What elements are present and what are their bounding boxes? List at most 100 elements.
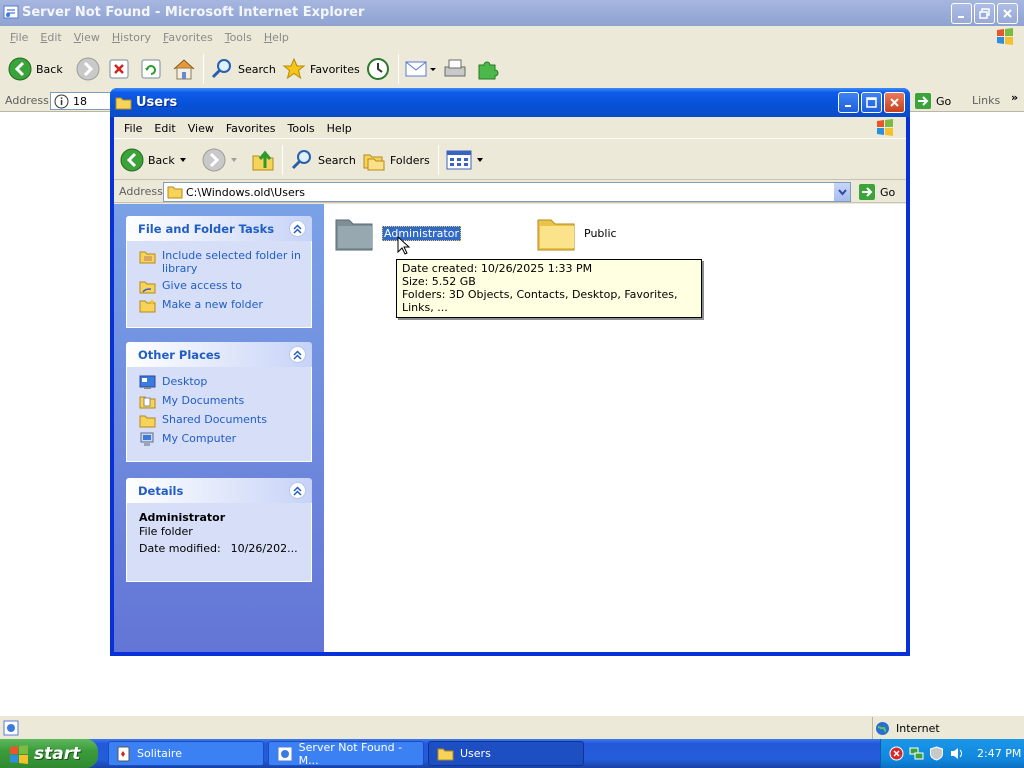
- place-label: My Computer: [162, 432, 237, 445]
- collapse-chevron-icon[interactable]: [289, 482, 306, 499]
- folders-icon: [363, 154, 385, 171]
- forward-arrow-icon: [202, 148, 226, 172]
- folder-label: Administrator: [382, 225, 461, 241]
- task-new-folder[interactable]: Make a new folder: [139, 298, 303, 313]
- ie-page-icon: [277, 746, 293, 761]
- ex-search-button[interactable]: Search: [290, 145, 356, 175]
- share-folder-icon: [139, 281, 156, 294]
- ie-addon-button[interactable]: [474, 54, 500, 84]
- search-icon: [211, 59, 231, 79]
- ie-forward-button[interactable]: [76, 54, 100, 84]
- restore-button[interactable]: [974, 3, 995, 24]
- ex-views-button[interactable]: [446, 145, 484, 175]
- ie-menu-history[interactable]: History: [106, 31, 157, 44]
- place-my-computer[interactable]: My Computer: [139, 432, 303, 447]
- taskbar-button-ie[interactable]: Server Not Found - M...: [268, 740, 424, 767]
- start-button[interactable]: start: [0, 739, 98, 768]
- ie-address-label: Address: [5, 94, 49, 107]
- ex-folders-button[interactable]: Folders: [362, 145, 430, 175]
- tooltip-date-created: Date created: 10/26/2025 1:33 PM: [402, 262, 593, 275]
- ie-go-button[interactable]: Go: [914, 92, 951, 110]
- close-button[interactable]: [997, 3, 1018, 24]
- go-arrow-icon: [915, 93, 931, 109]
- shield-icon[interactable]: [929, 746, 944, 761]
- stop-icon: [109, 59, 129, 79]
- ie-mail-button[interactable]: [404, 54, 436, 84]
- panel-title: File and Folder Tasks: [138, 222, 275, 236]
- chevron-down-icon: [231, 158, 237, 162]
- ie-menu-view[interactable]: View: [68, 31, 106, 44]
- ie-menu-file[interactable]: File: [4, 31, 34, 44]
- ie-links-chevron[interactable]: »: [1011, 91, 1018, 104]
- ie-stop-button[interactable]: [108, 54, 130, 84]
- panel-header[interactable]: Details: [126, 478, 312, 503]
- ex-menu-tools[interactable]: Tools: [282, 122, 321, 135]
- file-folder-tasks-panel: File and Folder Tasks Include selected f…: [126, 216, 312, 328]
- ex-menu-file[interactable]: File: [118, 122, 148, 135]
- network-icon[interactable]: [909, 746, 924, 761]
- ex-go-button[interactable]: Go: [858, 183, 895, 201]
- forward-arrow-icon: [76, 57, 100, 81]
- ie-print-button[interactable]: [442, 54, 468, 84]
- ie-refresh-button[interactable]: [140, 54, 162, 84]
- windows-flag-icon: [874, 118, 896, 138]
- folder-item-public[interactable]: Public: [536, 214, 617, 252]
- close-button[interactable]: [884, 92, 905, 113]
- ie-address-input[interactable]: 18: [50, 92, 112, 110]
- explorer-toolbar: Back Search Folders: [114, 140, 906, 180]
- ex-folders-label: Folders: [390, 153, 430, 167]
- task-include-in-library[interactable]: Include selected folder in library: [139, 249, 303, 275]
- explorer-caption-buttons: [838, 92, 905, 113]
- ie-zone-label: Internet: [896, 721, 940, 735]
- ex-up-button[interactable]: [251, 145, 275, 175]
- place-label: Shared Documents: [162, 413, 267, 426]
- desktop-icon: [139, 375, 156, 389]
- maximize-button[interactable]: [861, 92, 882, 113]
- details-modified-value: 10/26/202...: [230, 542, 298, 555]
- panel-header[interactable]: File and Folder Tasks: [126, 216, 312, 241]
- folder-title-icon: [115, 95, 132, 110]
- place-shared-documents[interactable]: Shared Documents: [139, 413, 303, 428]
- ex-menu-help[interactable]: Help: [321, 122, 358, 135]
- clock: 2:47 PM: [977, 747, 1022, 760]
- place-desktop[interactable]: Desktop: [139, 375, 303, 390]
- task-give-access[interactable]: Give access to: [139, 279, 303, 294]
- place-my-documents[interactable]: My Documents: [139, 394, 303, 409]
- ie-menu-help[interactable]: Help: [258, 31, 295, 44]
- panel-header[interactable]: Other Places: [126, 342, 312, 367]
- ie-titlebar[interactable]: Server Not Found - Microsoft Internet Ex…: [0, 0, 1024, 26]
- collapse-chevron-icon[interactable]: [289, 220, 306, 237]
- minimize-button[interactable]: [838, 92, 859, 113]
- panel-title: Other Places: [138, 348, 221, 362]
- ex-address-input[interactable]: C:\Windows.old\Users: [163, 182, 851, 202]
- ie-home-button[interactable]: [171, 54, 197, 84]
- place-label: My Documents: [162, 394, 245, 407]
- ex-forward-button[interactable]: [202, 145, 238, 175]
- ie-favorites-button[interactable]: Favorites: [282, 54, 360, 84]
- security-alert-icon[interactable]: [889, 746, 904, 761]
- ex-menu-view[interactable]: View: [182, 122, 220, 135]
- taskbar-button-label: Server Not Found - M...: [298, 740, 403, 767]
- ie-menu-edit[interactable]: Edit: [34, 31, 67, 44]
- ex-menu-edit[interactable]: Edit: [148, 122, 181, 135]
- ie-menu-favorites[interactable]: Favorites: [157, 31, 219, 44]
- ie-menu-tools[interactable]: Tools: [219, 31, 258, 44]
- views-icon: [446, 150, 472, 170]
- file-list-view[interactable]: Administrator Public Date created: 10/26…: [324, 204, 906, 652]
- taskbar-button-solitaire[interactable]: Solitaire: [108, 741, 264, 766]
- ex-back-button[interactable]: Back: [120, 145, 187, 175]
- collapse-chevron-icon[interactable]: [289, 346, 306, 363]
- task-label: Make a new folder: [162, 298, 263, 311]
- documents-folder-icon: [139, 396, 156, 409]
- minimize-button[interactable]: [951, 3, 972, 24]
- ie-history-button[interactable]: [366, 54, 390, 84]
- taskbar-button-users[interactable]: Users: [428, 741, 584, 766]
- explorer-titlebar[interactable]: Users: [110, 88, 910, 117]
- ie-links-label[interactable]: Links: [972, 94, 1000, 107]
- explorer-menubar: File Edit View Favorites Tools Help: [114, 117, 906, 139]
- ex-menu-favorites[interactable]: Favorites: [220, 122, 282, 135]
- ie-search-button[interactable]: Search: [210, 54, 276, 84]
- ie-back-button[interactable]: Back: [8, 54, 63, 84]
- volume-icon[interactable]: [949, 746, 964, 761]
- address-dropdown-button[interactable]: [833, 183, 850, 201]
